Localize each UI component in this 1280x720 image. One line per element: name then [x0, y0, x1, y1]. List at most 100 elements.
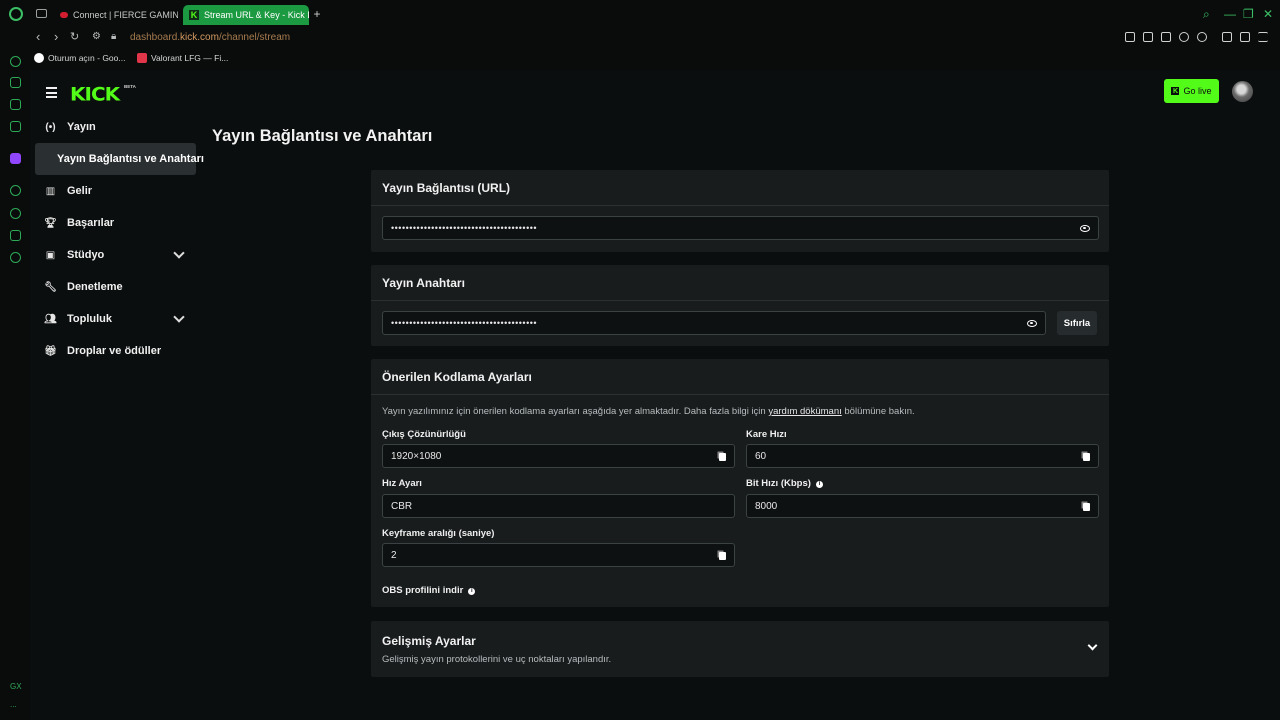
hamburger-icon[interactable]: [46, 87, 57, 101]
minimize-icon[interactable]: —: [1224, 8, 1236, 20]
obs-profile-download[interactable]: OBS profilini indir i: [382, 585, 476, 596]
card-title: Gelişmiş Ayarlar: [382, 634, 476, 648]
search-icon[interactable]: ⌕: [1203, 8, 1210, 20]
gx-control-icon[interactable]: [10, 56, 21, 67]
browser-tab-active[interactable]: K Stream URL & Key - Kick D: [183, 5, 309, 25]
shield-icon[interactable]: [1161, 32, 1171, 42]
tab-title: Stream URL & Key - Kick D: [204, 10, 309, 20]
sidebar-item-label: Droplar ve ödüller: [67, 345, 162, 357]
sidebar-item-label: Gelir: [67, 185, 93, 197]
settings-icon[interactable]: [10, 252, 21, 263]
sidebar-item-topluluk[interactable]: 👥︎ Topluluk: [44, 308, 112, 330]
keyframe-field: 2: [382, 543, 735, 567]
bookmark-item[interactable]: Valorant LFG — Fi...: [137, 53, 228, 63]
card-title: Yayın Anahtarı: [371, 265, 1109, 301]
sidebar-item-label: Denetleme: [67, 281, 123, 293]
encoding-description: Yayın yazılımınız için önerilen kodlama …: [382, 406, 915, 417]
page-title: Yayın Bağlantısı ve Anahtarı: [212, 127, 433, 145]
avatar[interactable]: [1232, 81, 1253, 102]
bitrate-label: Bit Hızı (Kbps) i: [746, 478, 823, 489]
bookmark-label: Oturum açın - Goo...: [48, 53, 126, 63]
player-icon[interactable]: [1179, 32, 1189, 42]
restore-icon[interactable]: ❐: [1243, 8, 1254, 20]
sidebar-item-label: Yayın Bağlantısı ve Anahtarı: [57, 153, 204, 165]
heart-icon[interactable]: [1197, 32, 1207, 42]
rate-control-field: CBR: [382, 494, 735, 518]
field-value: 60: [755, 450, 767, 462]
menu-icon[interactable]: [1258, 32, 1268, 42]
gx-corner-icon[interactable]: [10, 77, 21, 88]
eye-icon[interactable]: [1027, 320, 1037, 327]
info-icon[interactable]: i: [468, 588, 476, 595]
valorant-icon: [137, 53, 147, 63]
advanced-settings-card[interactable]: Gelişmiş Ayarlar Gelişmiş yayın protokol…: [371, 621, 1109, 677]
eye-icon[interactable]: [1080, 225, 1090, 232]
copy-icon[interactable]: [719, 453, 726, 461]
google-icon: [34, 53, 44, 63]
bookmarks-bar: Oturum açın - Goo... Valorant LFG — Fi..…: [0, 50, 1280, 68]
close-icon[interactable]: ✕: [1263, 8, 1273, 20]
controller-icon[interactable]: [10, 99, 21, 110]
back-icon[interactable]: ‹: [36, 30, 40, 44]
sidebar-item-denetleme[interactable]: 🔧︎ Denetleme: [44, 276, 123, 298]
sidebar-item-yayin[interactable]: (•) Yayın: [44, 116, 95, 138]
masked-value: ••••••••••••••••••••••••••••••••••••••••: [391, 318, 538, 328]
bookmark-item[interactable]: Oturum açın - Goo...: [34, 53, 125, 63]
go-live-button[interactable]: K Go live: [1164, 79, 1219, 103]
keyframe-label: Keyframe aralığı (saniye): [382, 528, 495, 539]
rate-control-label: Hız Ayarı: [382, 478, 422, 489]
kick-logo[interactable]: KICK: [70, 83, 120, 106]
bookmark-label: Valorant LFG — Fi...: [151, 53, 229, 63]
pin-icon[interactable]: [1125, 32, 1135, 42]
beta-badge: BETA: [124, 84, 136, 89]
field-value: 8000: [755, 500, 778, 512]
browser-tab[interactable]: Connect | FIERCE GAMING: [54, 5, 178, 25]
player-icon[interactable]: [10, 185, 21, 196]
history-icon[interactable]: [10, 208, 21, 219]
info-icon[interactable]: i: [815, 481, 823, 488]
sidebar-item-label: Başarılar: [67, 217, 115, 229]
resolution-label: Çıkış Çözünürlüğü: [382, 429, 466, 440]
encoding-settings-card: Önerilen Kodlama Ayarları Yayın yazılımı…: [371, 359, 1109, 607]
url-field[interactable]: dashboard.kick.com/channel/stream: [130, 32, 290, 43]
sidebar-item-studyo[interactable]: ▣ Stüdyo: [44, 244, 105, 266]
bitrate-field: 8000: [746, 494, 1099, 518]
profile-icon[interactable]: [1222, 32, 1232, 42]
sidebar-item-gelir[interactable]: ▥ Gelir: [44, 180, 92, 202]
extensions-icon[interactable]: [10, 230, 21, 241]
opera-sidebar: GX ...: [0, 48, 30, 720]
field-value: 1920×1080: [391, 450, 442, 462]
forward-icon[interactable]: ›: [54, 30, 58, 44]
tab-title: Connect | FIERCE GAMING: [73, 10, 178, 20]
field-value: CBR: [391, 500, 413, 512]
reset-key-button[interactable]: Sıfırla: [1057, 311, 1097, 335]
tab-islands-icon[interactable]: [36, 9, 47, 18]
stream-key-field[interactable]: ••••••••••••••••••••••••••••••••••••••••: [382, 311, 1046, 335]
download-icon[interactable]: [1240, 32, 1250, 42]
copy-icon[interactable]: [1083, 503, 1090, 511]
snapshot-icon[interactable]: [1143, 32, 1153, 42]
copy-icon[interactable]: [719, 552, 726, 560]
stream-key-card: Yayın Anahtarı •••••••••••••••••••••••••…: [371, 265, 1109, 346]
broadcast-icon: (•): [45, 121, 56, 133]
reload-icon[interactable]: ↻: [70, 30, 79, 44]
help-doc-link[interactable]: yardım dökümanı: [768, 406, 841, 417]
twitch-icon[interactable]: [10, 153, 21, 164]
sidebar-item-basarilar[interactable]: 🏆︎ Başarılar: [44, 212, 114, 234]
chevron-down-icon[interactable]: [173, 311, 185, 323]
stream-url-card: Yayın Bağlantısı (URL) •••••••••••••••••…: [371, 170, 1109, 252]
kick-favicon-icon: K: [189, 10, 199, 20]
new-tab-icon[interactable]: +: [311, 8, 323, 20]
site-settings-icon[interactable]: ⚙: [92, 30, 101, 44]
gift-icon: 🎁︎: [44, 345, 57, 357]
more-icon[interactable]: ...: [10, 700, 17, 709]
stream-url-field[interactable]: ••••••••••••••••••••••••••••••••••••••••: [382, 216, 1099, 240]
chevron-down-icon[interactable]: [173, 247, 185, 259]
copy-icon[interactable]: [1083, 453, 1090, 461]
sidebar-item-droplar[interactable]: 🎁︎ Droplar ve ödüller: [44, 340, 161, 362]
card-title: Yayın Bağlantısı (URL): [371, 170, 1109, 206]
chevron-down-icon[interactable]: [1087, 640, 1098, 651]
messenger-icon[interactable]: [10, 121, 21, 132]
sidebar-item-stream-key[interactable]: Yayın Bağlantısı ve Anahtarı: [35, 143, 204, 175]
opera-logo-icon[interactable]: [9, 7, 23, 21]
